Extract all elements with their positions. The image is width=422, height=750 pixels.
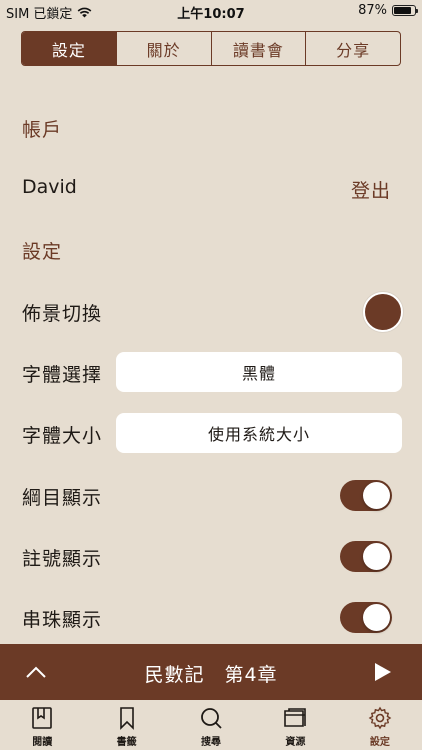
tab-search[interactable]: 搜尋: [169, 700, 253, 750]
battery-fill: [394, 7, 412, 14]
tab-read[interactable]: 閱讀: [0, 700, 84, 750]
book-icon: [32, 707, 53, 729]
font-label: 字體選擇: [22, 364, 103, 386]
bottom-tab-bar: 閱讀 書籤 搜尋 資源 設定: [0, 700, 422, 750]
status-bar: SIM 已鎖定 上午10:07 87%: [0, 0, 422, 22]
battery-icon: [392, 5, 418, 16]
chapter-name: 第4章: [224, 664, 278, 686]
battery-percent: 87%: [358, 3, 387, 18]
gear-icon: [368, 706, 392, 730]
font-size-select[interactable]: 使用系統大小: [116, 413, 402, 453]
settings-section-title: 設定: [22, 241, 63, 263]
crossref-label: 串珠顯示: [22, 609, 103, 631]
logout-button[interactable]: 登出: [351, 176, 391, 203]
tab-settings[interactable]: 設定: [22, 32, 116, 65]
tab-read-label: 閱讀: [32, 737, 53, 748]
tab-share[interactable]: 分享: [305, 32, 400, 65]
play-icon[interactable]: [370, 660, 394, 684]
tab-reading-group[interactable]: 讀書會: [210, 32, 306, 65]
outline-label: 綱目顯示: [22, 487, 103, 509]
bookmark-icon: [119, 707, 134, 730]
tab-resources-label: 資源: [285, 737, 306, 748]
notes-label: 註號顯示: [22, 548, 103, 570]
book-name: 民數記: [144, 664, 205, 686]
top-segmented-control: 設定 關於 讀書會 分享: [21, 31, 401, 66]
search-icon: [201, 708, 222, 729]
tab-bookmarks[interactable]: 書籤: [84, 700, 168, 750]
toggle-knob: [363, 604, 390, 631]
current-passage: 民數記 第4章: [0, 660, 422, 687]
font-size-label: 字體大小: [22, 425, 103, 447]
folder-icon: [284, 708, 307, 727]
now-reading-bar[interactable]: 民數記 第4章: [0, 644, 422, 700]
tab-resources[interactable]: 資源: [253, 700, 337, 750]
background-color-swatch[interactable]: [363, 292, 403, 332]
tab-bookmarks-label: 書籤: [116, 737, 137, 748]
tab-settings-bottom[interactable]: 設定: [338, 700, 422, 750]
tab-search-label: 搜尋: [201, 737, 222, 748]
tab-settings-bottom-label: 設定: [369, 737, 390, 748]
toggle-knob: [363, 543, 390, 570]
tab-about[interactable]: 關於: [115, 32, 211, 65]
crossref-toggle[interactable]: [340, 602, 392, 633]
outline-toggle[interactable]: [340, 480, 392, 511]
username: David: [22, 176, 77, 198]
toggle-knob: [363, 482, 390, 509]
background-label: 佈景切換: [22, 303, 103, 325]
notes-toggle[interactable]: [340, 541, 392, 572]
account-section-title: 帳戶: [22, 119, 63, 141]
font-select[interactable]: 黑體: [116, 352, 402, 392]
